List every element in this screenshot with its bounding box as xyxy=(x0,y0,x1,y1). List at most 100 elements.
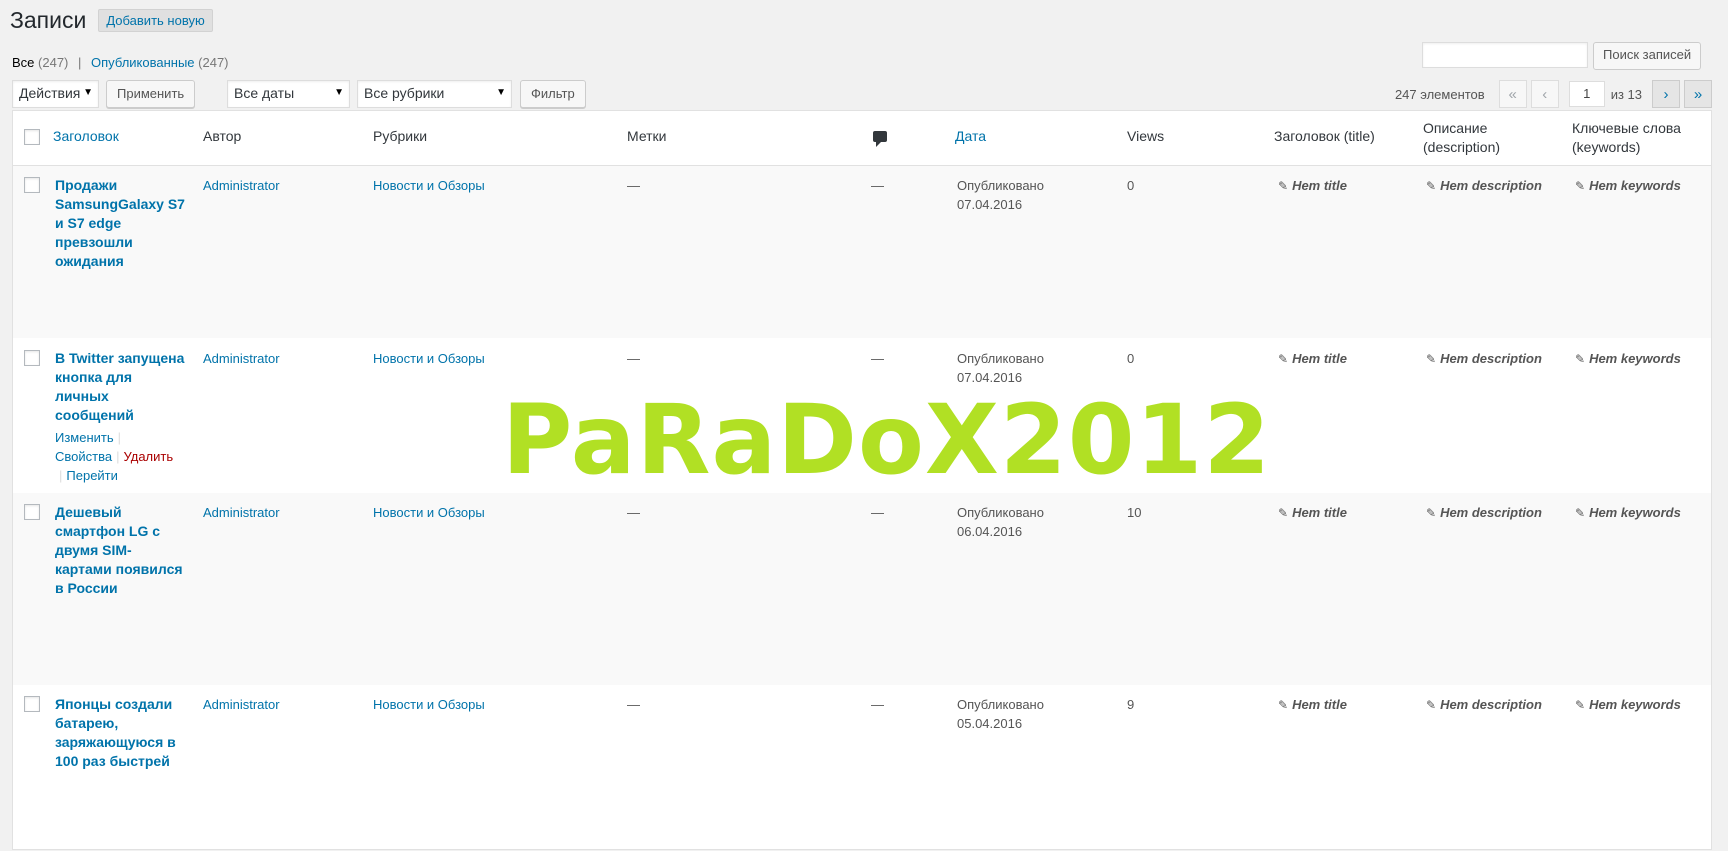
seo-title-cell: ✎ Нет title xyxy=(1278,349,1347,369)
column-tags: Метки xyxy=(627,128,667,144)
row-checkbox[interactable] xyxy=(24,696,40,712)
tablenav-top: Действия ▼ Применить Все даты ▼ Все рубр… xyxy=(12,80,1712,108)
post-date: Опубликовано 07.04.2016 xyxy=(957,178,1044,212)
post-title-link[interactable]: Продажи SamsungGalaxy S7 и S7 edge превз… xyxy=(55,176,185,271)
row-checkbox[interactable] xyxy=(24,177,40,193)
pagination: 247 элементов « ‹ 1 из 13 › » xyxy=(1395,80,1712,108)
pencil-icon: ✎ xyxy=(1575,698,1586,712)
description-cell: ✎ Нет description xyxy=(1426,695,1542,715)
post-comments: — xyxy=(871,178,884,193)
edit-link[interactable]: Изменить xyxy=(55,430,114,445)
dropdown-arrow-icon: ▼ xyxy=(496,87,506,98)
filter-all-count: (247) xyxy=(38,55,69,70)
last-page-button[interactable]: » xyxy=(1684,80,1712,108)
keywords-cell: ✎ Нет keywords xyxy=(1575,349,1681,369)
next-page-button[interactable]: › xyxy=(1652,80,1680,108)
filter-button[interactable]: Фильтр xyxy=(520,80,586,108)
current-page-input[interactable]: 1 xyxy=(1568,81,1605,107)
bulk-actions-value: Действия xyxy=(19,85,81,101)
post-author-link[interactable]: Administrator xyxy=(203,503,280,522)
total-pages: из 13 xyxy=(1610,86,1642,102)
column-keywords: Ключевые слова (keywords) xyxy=(1572,120,1681,155)
seo-title-cell: ✎ Нет title xyxy=(1278,695,1347,715)
search-button[interactable]: Поиск записей xyxy=(1593,42,1702,70)
keywords-cell: ✎ Нет keywords xyxy=(1575,503,1681,523)
pencil-icon: ✎ xyxy=(1426,179,1437,193)
quick-edit-link[interactable]: Свойства xyxy=(55,449,112,464)
post-comments: — xyxy=(871,505,884,520)
keywords-value: Нет keywords xyxy=(1589,697,1681,712)
post-title-link[interactable]: Дешевый смартфон LG с двумя SIM-картами … xyxy=(55,503,185,598)
pencil-icon: ✎ xyxy=(1278,698,1289,712)
column-date[interactable]: Дата xyxy=(955,127,986,146)
post-title-link[interactable]: В Twitter запущена кнопка для личных соо… xyxy=(55,349,185,425)
keywords-cell: ✎ Нет keywords xyxy=(1575,176,1681,196)
post-views: 9 xyxy=(1127,697,1135,712)
column-categories: Рубрики xyxy=(373,128,428,144)
prev-page-button: ‹ xyxy=(1530,80,1559,108)
post-category-link[interactable]: Новости и Обзоры xyxy=(373,503,485,522)
seo-title-value: Нет title xyxy=(1292,697,1347,712)
pencil-icon: ✎ xyxy=(1278,506,1289,520)
post-title-link[interactable]: Японцы создали батарею, заряжающуюся в 1… xyxy=(55,695,185,771)
add-new-button[interactable]: Добавить новую xyxy=(98,8,213,32)
table-row: Японцы создали батарею, заряжающуюся в 1… xyxy=(13,685,1711,851)
search-box: Поиск записей xyxy=(1422,42,1702,70)
post-tags: — xyxy=(627,351,640,366)
filter-all[interactable]: Все xyxy=(12,55,34,70)
post-category-link[interactable]: Новости и Обзоры xyxy=(373,349,485,368)
pencil-icon: ✎ xyxy=(1575,179,1586,193)
pencil-icon: ✎ xyxy=(1278,179,1289,193)
column-views: Views xyxy=(1127,128,1165,144)
watermark-overlay: PaRaDoX2012 xyxy=(502,384,1272,496)
keywords-value: Нет keywords xyxy=(1589,351,1681,366)
keywords-value: Нет keywords xyxy=(1589,178,1681,193)
dropdown-arrow-icon: ▼ xyxy=(83,87,93,98)
pencil-icon: ✎ xyxy=(1426,698,1437,712)
post-status-filter: Все (247) | Опубликованные (247) xyxy=(12,55,229,70)
category-filter-select[interactable]: Все рубрики ▼ xyxy=(357,80,512,108)
select-all-checkbox[interactable] xyxy=(24,129,40,145)
date-filter-select[interactable]: Все даты ▼ xyxy=(227,80,350,108)
filter-separator: | xyxy=(78,55,82,70)
description-value: Нет description xyxy=(1440,505,1542,520)
filter-published-count: (247) xyxy=(198,55,229,70)
keywords-cell: ✎ Нет keywords xyxy=(1575,695,1681,715)
post-author-link[interactable]: Administrator xyxy=(203,349,280,368)
delete-link[interactable]: Удалить xyxy=(123,449,173,464)
search-input[interactable] xyxy=(1422,42,1588,68)
post-comments: — xyxy=(871,697,884,712)
posts-page: Записи Добавить новую Все (247) | Опубли… xyxy=(0,0,1728,850)
filter-published[interactable]: Опубликованные xyxy=(91,55,195,70)
pencil-icon: ✎ xyxy=(1278,352,1289,366)
seo-title-cell: ✎ Нет title xyxy=(1278,503,1347,523)
apply-button[interactable]: Применить xyxy=(106,80,196,108)
post-category-link[interactable]: Новости и Обзоры xyxy=(373,176,485,195)
pencil-icon: ✎ xyxy=(1426,352,1437,366)
column-title[interactable]: Заголовок xyxy=(53,127,119,146)
description-value: Нет description xyxy=(1440,351,1542,366)
post-author-link[interactable]: Administrator xyxy=(203,695,280,714)
view-link[interactable]: Перейти xyxy=(66,468,118,483)
row-checkbox[interactable] xyxy=(24,504,40,520)
post-date: Опубликовано 07.04.2016 xyxy=(957,351,1044,385)
description-cell: ✎ Нет description xyxy=(1426,176,1542,196)
description-cell: ✎ Нет description xyxy=(1426,503,1542,523)
post-tags: — xyxy=(627,697,640,712)
row-checkbox[interactable] xyxy=(24,350,40,366)
column-seo-title: Заголовок (title) xyxy=(1274,128,1375,144)
post-author-link[interactable]: Administrator xyxy=(203,176,280,195)
description-value: Нет description xyxy=(1440,178,1542,193)
table-header: Заголовок Автор Рубрики Метки Дата Views… xyxy=(13,111,1711,166)
comment-bubble-icon xyxy=(873,131,887,147)
description-cell: ✎ Нет description xyxy=(1426,349,1542,369)
date-filter-value: Все даты xyxy=(234,85,295,101)
post-views: 10 xyxy=(1127,505,1142,520)
bulk-actions-select[interactable]: Действия ▼ xyxy=(12,80,99,108)
post-category-link[interactable]: Новости и Обзоры xyxy=(373,695,485,714)
post-date: Опубликовано 06.04.2016 xyxy=(957,505,1044,539)
post-tags: — xyxy=(627,178,640,193)
pencil-icon: ✎ xyxy=(1575,506,1586,520)
post-views: 0 xyxy=(1127,178,1135,193)
seo-title-cell: ✎ Нет title xyxy=(1278,176,1347,196)
